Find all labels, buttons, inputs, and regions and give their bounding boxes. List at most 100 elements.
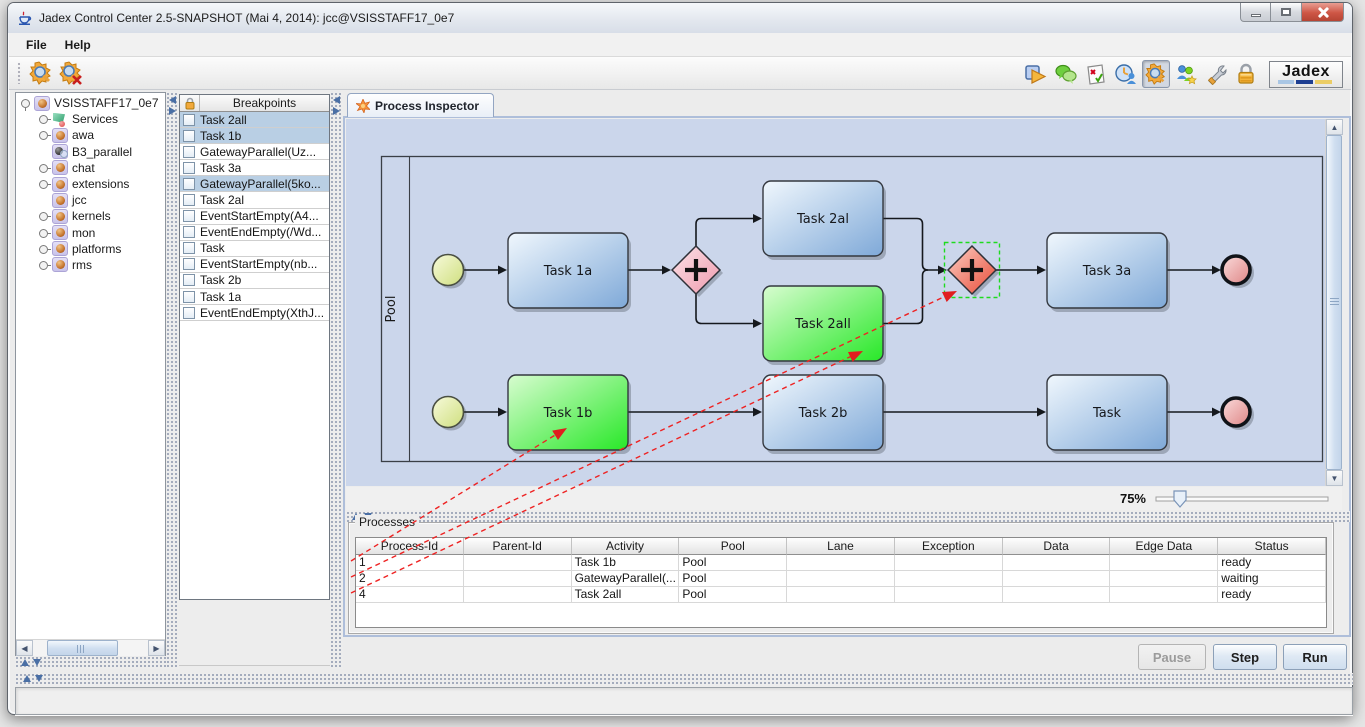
tree-item-platforms[interactable]: platforms xyxy=(16,241,165,257)
expand-toggle-icon[interactable] xyxy=(38,129,51,141)
processes-table-header[interactable]: Process-IdParent-IdActivityPoolLaneExcep… xyxy=(356,538,1326,555)
expand-toggle-icon[interactable] xyxy=(38,178,51,190)
toolbar-grip[interactable] xyxy=(17,62,22,84)
step-button[interactable]: Step xyxy=(1213,644,1277,670)
breakpoint-row[interactable]: GatewayParallel(Uz... xyxy=(180,144,329,160)
breakpoint-checkbox[interactable] xyxy=(183,258,195,270)
close-button[interactable] xyxy=(1302,3,1344,22)
tree-item-b3-parallel[interactable]: B3_parallel xyxy=(16,144,165,160)
library-icon[interactable] xyxy=(1232,60,1260,88)
breakpoint-row[interactable]: Task 1a xyxy=(180,289,329,305)
splitter-collapse-left-icon[interactable] xyxy=(169,96,176,104)
expand-toggle-icon[interactable] xyxy=(38,162,51,174)
breakpoint-checkbox[interactable] xyxy=(183,226,195,238)
conversation-icon[interactable] xyxy=(1052,60,1080,88)
expand-toggle-icon[interactable] xyxy=(38,113,51,125)
tree-bottom-splitter[interactable] xyxy=(15,656,166,669)
restore-button[interactable] xyxy=(1271,3,1302,22)
processes-table[interactable]: Process-IdParent-IdActivityPoolLaneExcep… xyxy=(355,537,1327,628)
breakpoint-checkbox[interactable] xyxy=(183,307,195,319)
scroll-thumb[interactable] xyxy=(1326,135,1342,470)
tab-process-inspector[interactable]: Process Inspector xyxy=(347,93,494,117)
breakpoint-row[interactable]: EventStartEmpty(A4... xyxy=(180,209,329,225)
breakpoint-checkbox[interactable] xyxy=(183,274,195,286)
breakpoint-row[interactable]: Task 2all xyxy=(180,112,329,128)
test-center-icon[interactable] xyxy=(1082,60,1110,88)
lock-column-header[interactable] xyxy=(180,95,200,111)
expand-toggle-icon[interactable] xyxy=(38,259,51,271)
column-header-exception[interactable]: Exception xyxy=(895,538,1003,555)
breakpoint-checkbox[interactable] xyxy=(183,291,195,303)
scroll-up-icon[interactable]: ▲ xyxy=(1326,119,1343,135)
splitter-collapse-down-icon[interactable] xyxy=(33,659,41,666)
process-row[interactable]: 1Task 1bPoolready xyxy=(356,555,1326,571)
tree-item-services[interactable]: Services xyxy=(16,111,165,127)
debugger-icon[interactable] xyxy=(1142,60,1170,88)
tree-item-extensions[interactable]: extensions xyxy=(16,176,165,192)
menu-help[interactable]: Help xyxy=(56,35,100,55)
end-event-2[interactable] xyxy=(1222,398,1250,426)
breakpoint-checkbox[interactable] xyxy=(183,146,195,158)
tree-item-vsisstaff17-0e7[interactable]: VSISSTAFF17_0e7 xyxy=(16,95,165,111)
breakpoint-row[interactable]: EventEndEmpty(/Wd... xyxy=(180,225,329,241)
gear-magnifier-icon[interactable] xyxy=(27,59,55,87)
start-event-1[interactable] xyxy=(433,255,464,286)
zoom-slider[interactable] xyxy=(1154,489,1332,509)
jadex-logo-button[interactable]: Jadex xyxy=(1269,61,1343,88)
tree-breakpoints-splitter[interactable] xyxy=(166,92,179,669)
pause-button[interactable]: Pause xyxy=(1138,644,1206,670)
breakpoint-row[interactable]: Task 2b xyxy=(180,273,329,289)
scroll-thumb[interactable] xyxy=(47,640,118,656)
awareness-icon[interactable] xyxy=(1112,60,1140,88)
menu-file[interactable]: File xyxy=(17,35,56,55)
breakpoint-row[interactable]: EventStartEmpty(nb... xyxy=(180,257,329,273)
zoom-slider-thumb[interactable] xyxy=(1174,491,1186,507)
breakpoint-checkbox[interactable] xyxy=(183,194,195,206)
breakpoint-row[interactable]: EventEndEmpty(XthJ... xyxy=(180,305,329,321)
tools-icon[interactable] xyxy=(1202,60,1230,88)
bpmn-diagram-canvas[interactable]: Pool xyxy=(346,119,1325,486)
breakpoint-row[interactable]: GatewayParallel(5ko... xyxy=(180,176,329,192)
expand-toggle-icon[interactable] xyxy=(38,210,51,222)
scroll-left-icon[interactable]: ◀ xyxy=(16,640,33,656)
tree-item-awa[interactable]: awa xyxy=(16,127,165,143)
breakpoints-inspector-splitter[interactable] xyxy=(330,92,343,669)
breakpoint-checkbox[interactable] xyxy=(183,210,195,222)
scroll-right-icon[interactable]: ▶ xyxy=(148,640,165,656)
end-event-1[interactable] xyxy=(1222,256,1250,284)
splitter-collapse-left-icon[interactable] xyxy=(333,96,340,104)
scroll-down-icon[interactable]: ▼ xyxy=(1326,470,1343,486)
run-button[interactable]: Run xyxy=(1283,644,1347,670)
process-row[interactable]: 2GatewayParallel(...Poolwaiting xyxy=(356,571,1326,587)
tree-item-chat[interactable]: chat xyxy=(16,160,165,176)
breakpoint-checkbox[interactable] xyxy=(183,242,195,254)
breakpoint-checkbox[interactable] xyxy=(183,162,195,174)
minimize-button[interactable] xyxy=(1240,3,1271,22)
expand-toggle-icon[interactable] xyxy=(20,97,33,109)
column-header-edge-data[interactable]: Edge Data xyxy=(1110,538,1218,555)
column-header-lane[interactable]: Lane xyxy=(787,538,895,555)
diagram-processes-splitter[interactable] xyxy=(346,511,1350,522)
breakpoint-checkbox[interactable] xyxy=(183,130,195,142)
splitter-collapse-up-icon[interactable] xyxy=(23,675,31,682)
splitter-collapse-up-icon[interactable] xyxy=(21,659,29,666)
splitter-collapse-right-icon[interactable] xyxy=(333,107,340,115)
breakpoints-column-header[interactable]: Breakpoints xyxy=(200,95,329,111)
breakpoint-row[interactable]: Task xyxy=(180,241,329,257)
column-header-pool[interactable]: Pool xyxy=(679,538,787,555)
gear-magnifier-remove-icon[interactable] xyxy=(57,59,85,87)
breakpoints-table-header[interactable]: Breakpoints xyxy=(180,95,329,112)
splitter-collapse-down-icon[interactable] xyxy=(35,675,43,682)
start-event-2[interactable] xyxy=(433,397,464,428)
process-row[interactable]: 4Task 2allPoolready xyxy=(356,587,1326,603)
tree-item-rms[interactable]: rms xyxy=(16,257,165,273)
column-header-status[interactable]: Status xyxy=(1218,538,1326,555)
column-header-activity[interactable]: Activity xyxy=(572,538,680,555)
breakpoint-checkbox[interactable] xyxy=(183,178,195,190)
breakpoint-checkbox[interactable] xyxy=(183,114,195,126)
column-header-parent-id[interactable]: Parent-Id xyxy=(464,538,572,555)
expand-toggle-icon[interactable] xyxy=(38,227,51,239)
title-bar[interactable]: Jadex Control Center 2.5-SNAPSHOT (Mai 4… xyxy=(8,3,1352,33)
expand-toggle-icon[interactable] xyxy=(38,243,51,255)
security-icon[interactable] xyxy=(1172,60,1200,88)
